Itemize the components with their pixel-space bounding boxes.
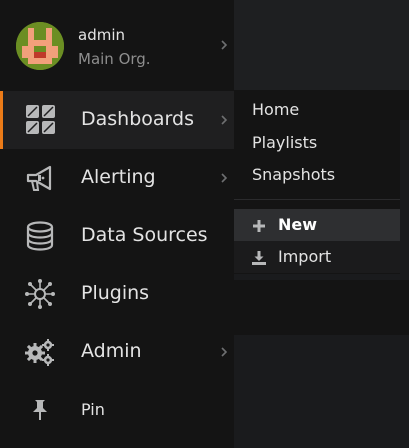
nav-item-plugins[interactable]: Plugins <box>0 265 234 323</box>
chevron-right-icon <box>220 115 228 125</box>
nav-item-dashboards[interactable]: Dashboards <box>0 91 234 149</box>
sidebar: admin Main Org. Dashboards Alerting Data… <box>0 0 234 448</box>
nav-label-admin: Admin <box>81 340 142 362</box>
chevron-right-icon <box>220 40 228 50</box>
nav-label-pin: Pin <box>81 400 105 419</box>
submenu-divider <box>234 199 400 200</box>
nav-item-alerting[interactable]: Alerting <box>0 149 234 207</box>
plus-icon <box>252 218 266 232</box>
chevron-right-icon <box>220 347 228 357</box>
profile-org: Main Org. <box>78 50 151 68</box>
nav-label-plugins: Plugins <box>81 282 150 304</box>
chevron-right-icon <box>220 173 228 183</box>
submenu-item-snapshots[interactable]: Snapshots <box>252 165 335 184</box>
nav-item-data-sources[interactable]: Data Sources <box>0 207 234 265</box>
submenu-item-new[interactable]: New <box>234 209 400 241</box>
submenu-item-home[interactable]: Home <box>252 100 299 119</box>
gears-icon <box>24 336 56 368</box>
nav-label-alerting: Alerting <box>81 166 156 188</box>
megaphone-icon <box>24 162 56 194</box>
download-icon <box>252 250 266 265</box>
nav-label-dashboards: Dashboards <box>81 108 194 130</box>
nav-item-pin[interactable]: Pin <box>0 381 234 439</box>
grid-squares-icon <box>25 104 57 136</box>
submenu-item-playlists[interactable]: Playlists <box>252 133 317 152</box>
plugin-network-icon <box>24 278 56 310</box>
avatar-icon <box>16 22 64 70</box>
profile-name: admin <box>78 26 125 44</box>
submenu-label-new: New <box>278 215 318 234</box>
nav-item-admin[interactable]: Admin <box>0 323 234 381</box>
submenu-item-import[interactable]: Import <box>234 241 400 273</box>
profile-menu[interactable]: admin Main Org. <box>0 0 234 90</box>
nav-label-data-sources: Data Sources <box>81 224 208 246</box>
database-icon <box>24 220 56 252</box>
submenu-label-import: Import <box>278 247 332 266</box>
pin-icon <box>28 398 52 422</box>
